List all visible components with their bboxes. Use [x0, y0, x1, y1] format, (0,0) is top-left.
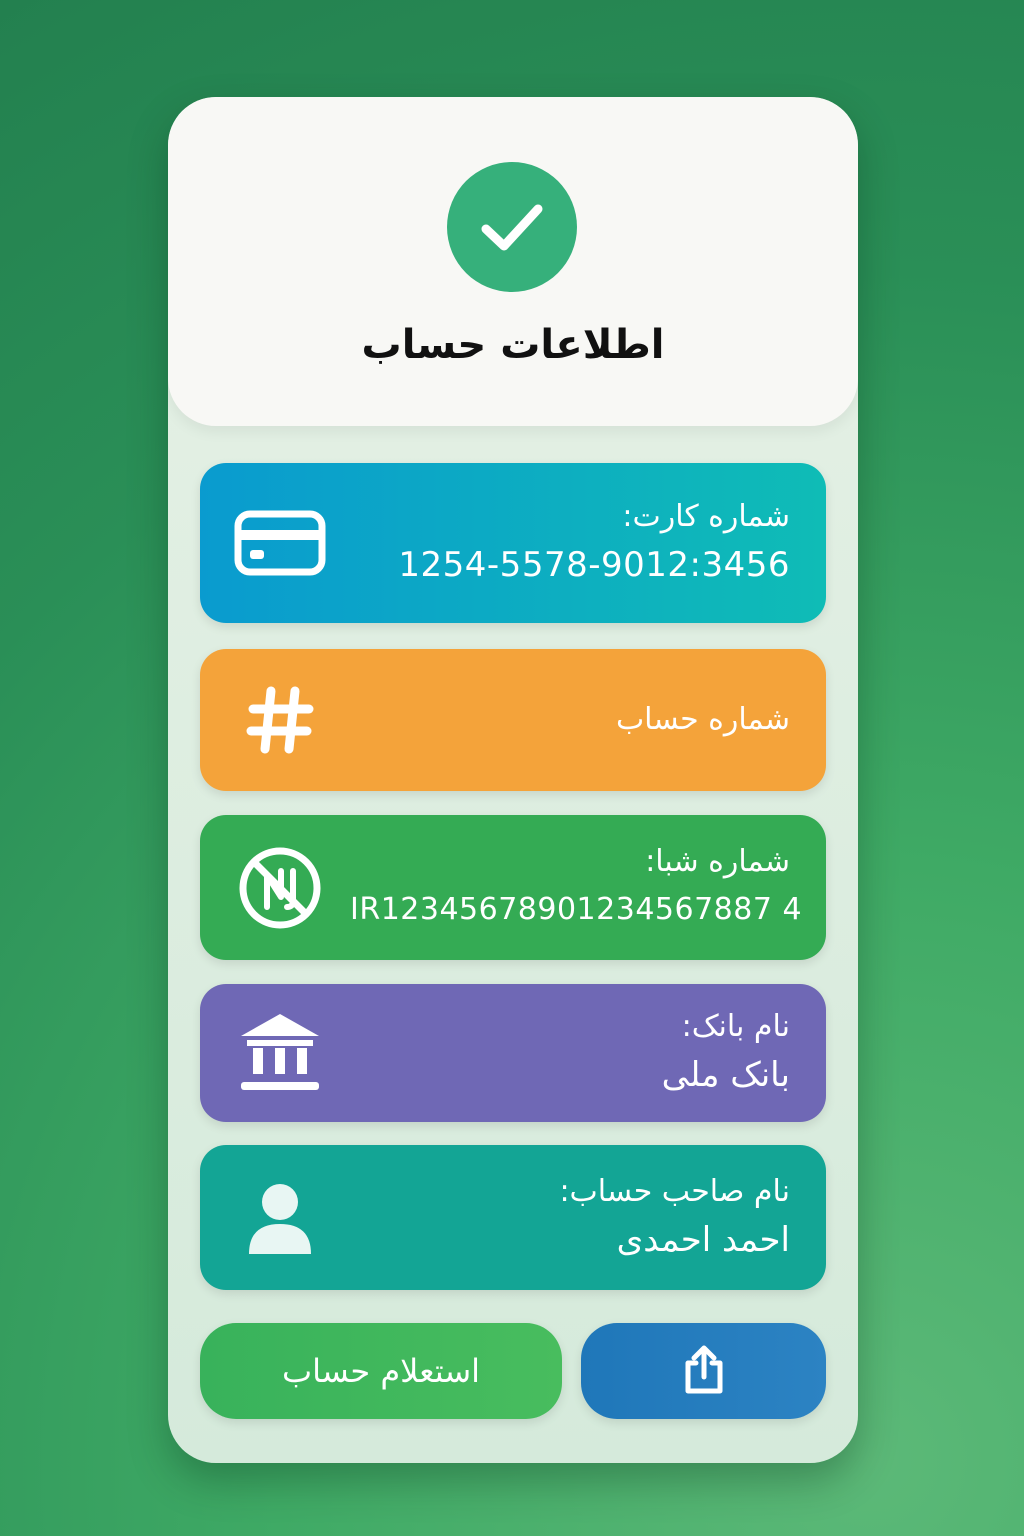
card-number-label: شماره کارت: — [622, 499, 790, 534]
card-header: اطلاعات حساب — [168, 97, 858, 426]
account-number-row[interactable]: شماره حساب — [200, 649, 826, 791]
bank-name-row[interactable]: نام بانک: بانک ملی — [200, 984, 826, 1122]
sheba-icon — [230, 838, 330, 938]
account-holder-value: احمد احمدی — [616, 1219, 790, 1260]
account-holder-row[interactable]: نام صاحب حساب: احمد احمدی — [200, 1145, 826, 1290]
inquiry-button[interactable]: استعلام حساب — [200, 1323, 562, 1419]
share-icon — [682, 1343, 726, 1400]
sheba-value: IR12345678901234567887 4 — [350, 891, 803, 927]
account-holder-label: نام صاحب حساب: — [559, 1173, 790, 1209]
check-circle-icon — [447, 162, 577, 292]
page-title: اطلاعات حساب — [361, 322, 665, 368]
sheba-row[interactable]: شماره شبا: IR12345678901234567887 4 — [200, 815, 826, 960]
account-info-card: اطلاعات حساب شماره کارت: 1254-5578-9012:… — [168, 97, 858, 1463]
sheba-label: شماره شبا: — [645, 843, 790, 879]
hash-icon — [230, 670, 330, 770]
card-number-value: 1254-5578-9012:3456 — [398, 545, 790, 585]
card-number-row[interactable]: شماره کارت: 1254-5578-9012:3456 — [200, 463, 826, 623]
account-number-label: شماره حساب — [615, 702, 790, 737]
bank-name-label: نام بانک: — [681, 1009, 790, 1044]
bank-icon — [230, 1003, 330, 1103]
credit-card-icon — [230, 493, 330, 593]
user-icon — [230, 1168, 330, 1268]
bank-name-value: بانک ملی — [661, 1055, 790, 1095]
share-button[interactable] — [581, 1323, 826, 1419]
